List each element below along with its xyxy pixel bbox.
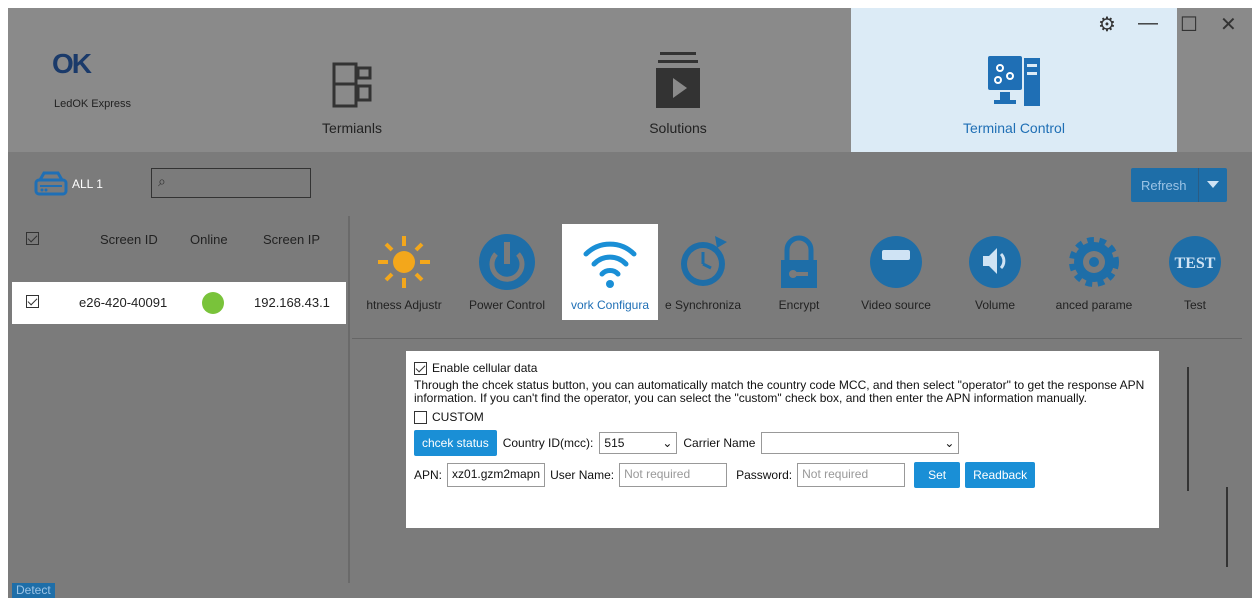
all-terminals-label: ALL 1 bbox=[72, 177, 103, 191]
table-header: Screen ID Online Screen IP bbox=[8, 232, 350, 262]
tab-network-configuration-label: vork Configura bbox=[570, 298, 650, 312]
terminal-list: Screen ID Online Screen IP e26-420-40091… bbox=[8, 216, 350, 586]
cell-screen-id: e26-420-40091 bbox=[79, 295, 168, 310]
tab-power-control-label: Power Control bbox=[468, 298, 546, 312]
chevron-down-icon[interactable] bbox=[1207, 181, 1219, 188]
carrier-select[interactable]: ⌄ bbox=[761, 432, 960, 454]
password-field[interactable]: Not required bbox=[797, 463, 906, 487]
country-row: chcek status Country ID(mcc): 515 ⌄ Carri… bbox=[414, 430, 1159, 456]
maximize-icon[interactable]: ☐ bbox=[1180, 12, 1198, 37]
device-icon bbox=[34, 171, 68, 196]
tab-network-configuration[interactable]: vork Configura bbox=[562, 224, 658, 320]
custom-checkbox[interactable] bbox=[414, 410, 427, 424]
advanced-gear-icon bbox=[1069, 237, 1119, 287]
refresh-divider bbox=[1198, 168, 1199, 202]
cellular-description: Through the chcek status button, you can… bbox=[414, 378, 1145, 405]
country-label: Country ID(mcc): bbox=[502, 436, 594, 450]
enable-cellular-label: Enable cellular data bbox=[432, 361, 538, 375]
tab-video-source[interactable]: Video source bbox=[846, 224, 946, 320]
check-status-button[interactable]: chcek status bbox=[414, 430, 497, 456]
country-select[interactable]: 515 ⌄ bbox=[599, 432, 678, 454]
app-name: LedOK Express bbox=[54, 98, 132, 110]
chevron-down-icon: ⌄ bbox=[662, 436, 673, 450]
tab-encrypt[interactable]: Encrypt bbox=[758, 224, 840, 320]
column-screen-ip[interactable]: Screen IP bbox=[263, 232, 320, 247]
enable-cellular-checkbox[interactable] bbox=[414, 361, 427, 375]
tab-volume[interactable]: Volume bbox=[954, 224, 1036, 320]
set-button[interactable]: Set bbox=[914, 462, 961, 488]
terminals-icon bbox=[332, 62, 372, 108]
chevron-down-icon: ⌄ bbox=[944, 436, 955, 450]
app-logo: OK bbox=[52, 48, 92, 79]
lock-icon bbox=[781, 235, 817, 288]
column-screen-id[interactable]: Screen ID bbox=[100, 232, 158, 247]
function-tabs: htness Adjustr Power Control vork Config… bbox=[352, 224, 1252, 324]
tab-test[interactable]: TEST Test bbox=[1160, 224, 1230, 320]
all-terminals-button[interactable]: ALL 1 bbox=[34, 170, 103, 198]
test-icon: TEST bbox=[1169, 236, 1221, 288]
top-navigation: OK LedOK Express Termianls Solutions Ter… bbox=[8, 8, 1252, 152]
user-name-label: User Name: bbox=[550, 468, 615, 482]
tab-advanced-parameters-label: anced parame bbox=[1055, 298, 1133, 312]
app-window: OK LedOK Express Termianls Solutions Ter… bbox=[8, 8, 1252, 598]
toolbar: ALL 1 ⌕ Refresh bbox=[8, 152, 1252, 214]
online-status-indicator bbox=[202, 292, 224, 314]
scrollbar-track[interactable] bbox=[1187, 367, 1189, 491]
row-checkbox[interactable] bbox=[26, 295, 39, 308]
nav-solutions[interactable]: Solutions bbox=[598, 8, 758, 152]
wifi-icon bbox=[583, 241, 637, 288]
country-value: 515 bbox=[604, 436, 625, 450]
apn-row: APN: xz01.gzm2mapn User Name: Not requir… bbox=[414, 462, 1159, 488]
video-source-icon bbox=[870, 236, 922, 288]
svg-text:TEST: TEST bbox=[1175, 255, 1216, 272]
nav-terminals-label: Termianls bbox=[322, 120, 382, 136]
custom-label: CUSTOM bbox=[432, 410, 484, 424]
tab-encrypt-label: Encrypt bbox=[778, 298, 820, 312]
time-sync-icon bbox=[681, 236, 727, 286]
tab-advanced-parameters[interactable]: anced parame bbox=[1042, 224, 1146, 320]
enable-cellular-row: Enable cellular data bbox=[414, 359, 1159, 377]
tab-time-synchronization-label: e Synchroniza bbox=[664, 298, 742, 312]
cellular-settings: Enable cellular data Through the chcek s… bbox=[406, 351, 1159, 528]
network-config-panel: Enable cellular data Through the chcek s… bbox=[352, 338, 1242, 578]
scrollbar-thumb[interactable] bbox=[1226, 487, 1228, 567]
custom-row: CUSTOM bbox=[414, 408, 1159, 426]
search-icon: ⌕ bbox=[158, 173, 166, 189]
cell-screen-ip: 192.168.43.1 bbox=[254, 295, 330, 310]
solutions-icon bbox=[656, 52, 700, 108]
user-name-field[interactable]: Not required bbox=[619, 463, 728, 487]
select-all-checkbox[interactable] bbox=[26, 232, 39, 245]
table-row[interactable]: e26-420-40091 192.168.43.1 bbox=[12, 282, 346, 324]
tab-brightness[interactable]: htness Adjustr bbox=[352, 224, 456, 320]
tab-volume-label: Volume bbox=[974, 298, 1016, 312]
refresh-button[interactable]: Refresh bbox=[1131, 168, 1227, 202]
readback-button[interactable]: Readback bbox=[965, 462, 1036, 488]
nav-terminals[interactable]: Termianls bbox=[272, 8, 432, 152]
nav-terminal-control[interactable]: Terminal Control bbox=[851, 8, 1177, 152]
tab-time-synchronization[interactable]: e Synchroniza bbox=[660, 224, 746, 320]
close-icon[interactable]: ✕ bbox=[1220, 12, 1237, 37]
brightness-icon bbox=[378, 236, 430, 288]
nav-terminal-control-label: Terminal Control bbox=[963, 120, 1065, 136]
detect-button[interactable]: Detect bbox=[12, 583, 55, 598]
tab-video-source-label: Video source bbox=[861, 298, 931, 312]
tab-test-label: Test bbox=[1183, 298, 1206, 312]
minimize-icon[interactable]: — bbox=[1138, 12, 1158, 35]
search-input[interactable]: ⌕ bbox=[151, 168, 311, 198]
terminal-control-icon bbox=[988, 56, 1040, 106]
settings-icon[interactable]: ⚙ bbox=[1098, 12, 1116, 37]
nav-solutions-label: Solutions bbox=[649, 120, 707, 136]
column-online[interactable]: Online bbox=[190, 232, 228, 247]
refresh-label: Refresh bbox=[1141, 177, 1187, 193]
tab-power-control[interactable]: Power Control bbox=[458, 224, 556, 320]
apn-field[interactable]: xz01.gzm2mapn bbox=[447, 463, 546, 487]
password-label: Password: bbox=[736, 468, 793, 482]
power-icon bbox=[479, 234, 535, 290]
apn-label: APN: bbox=[414, 468, 443, 482]
volume-icon bbox=[969, 236, 1021, 288]
status-bar: Detect bbox=[8, 583, 1252, 598]
tab-brightness-label: htness Adjustr bbox=[366, 298, 442, 312]
carrier-label: Carrier Name bbox=[683, 436, 756, 450]
